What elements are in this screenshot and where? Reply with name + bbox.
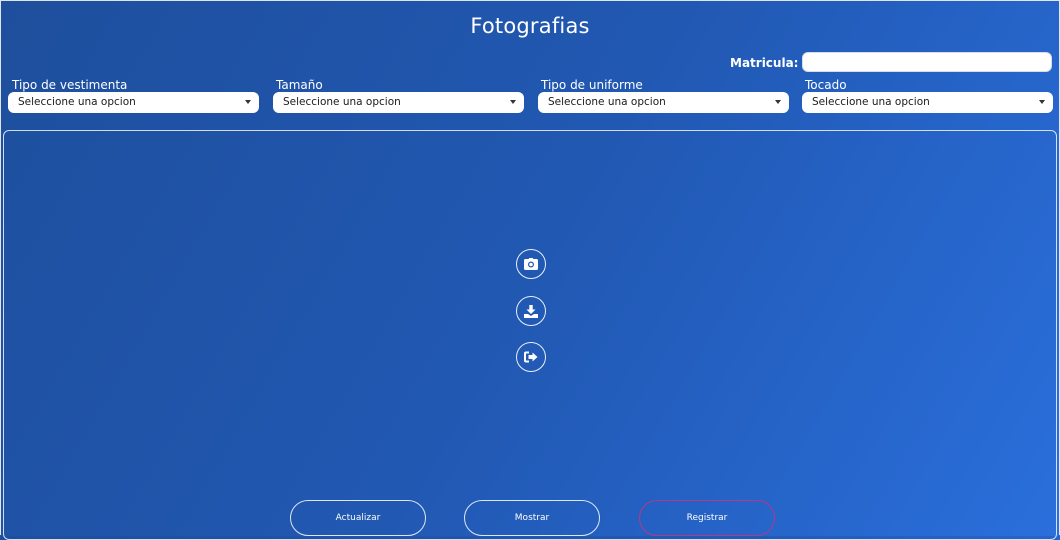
page-title: Fotografias: [470, 14, 590, 38]
exit-icon: [524, 351, 538, 363]
take-photo-button[interactable]: [516, 249, 546, 279]
tocado-label: Tocado: [805, 78, 847, 92]
chevron-down-icon: [775, 100, 781, 104]
tamano-label: Tamaño: [276, 78, 323, 92]
chevron-down-icon: [245, 100, 251, 104]
chevron-down-icon: [510, 100, 516, 104]
tipo-uniforme-value: Seleccione una opcion: [548, 96, 666, 108]
tocado-value: Seleccione una opcion: [812, 96, 930, 108]
show-button[interactable]: Mostrar: [464, 500, 600, 536]
tamano-select[interactable]: Seleccione una opcion: [273, 92, 524, 113]
tipo-vestimenta-label: Tipo de vestimenta: [12, 78, 128, 92]
tipo-uniforme-label: Tipo de uniforme: [541, 78, 643, 92]
matricula-input[interactable]: [802, 52, 1052, 72]
tipo-uniforme-select[interactable]: Seleccione una opcion: [538, 92, 789, 113]
camera-icon: [524, 258, 538, 270]
matricula-label: Matricula:: [730, 56, 799, 70]
exit-button[interactable]: [516, 342, 546, 372]
register-button[interactable]: Registrar: [639, 500, 775, 536]
chevron-down-icon: [1039, 100, 1045, 104]
download-photo-button[interactable]: [516, 296, 546, 326]
tamano-value: Seleccione una opcion: [283, 96, 401, 108]
tocado-select[interactable]: Seleccione una opcion: [802, 92, 1053, 113]
tipo-vestimenta-value: Seleccione una opcion: [18, 96, 136, 108]
download-icon: [524, 304, 538, 318]
photo-preview-area: [3, 130, 1057, 540]
tipo-vestimenta-select[interactable]: Seleccione una opcion: [8, 92, 259, 113]
update-button[interactable]: Actualizar: [290, 500, 426, 536]
